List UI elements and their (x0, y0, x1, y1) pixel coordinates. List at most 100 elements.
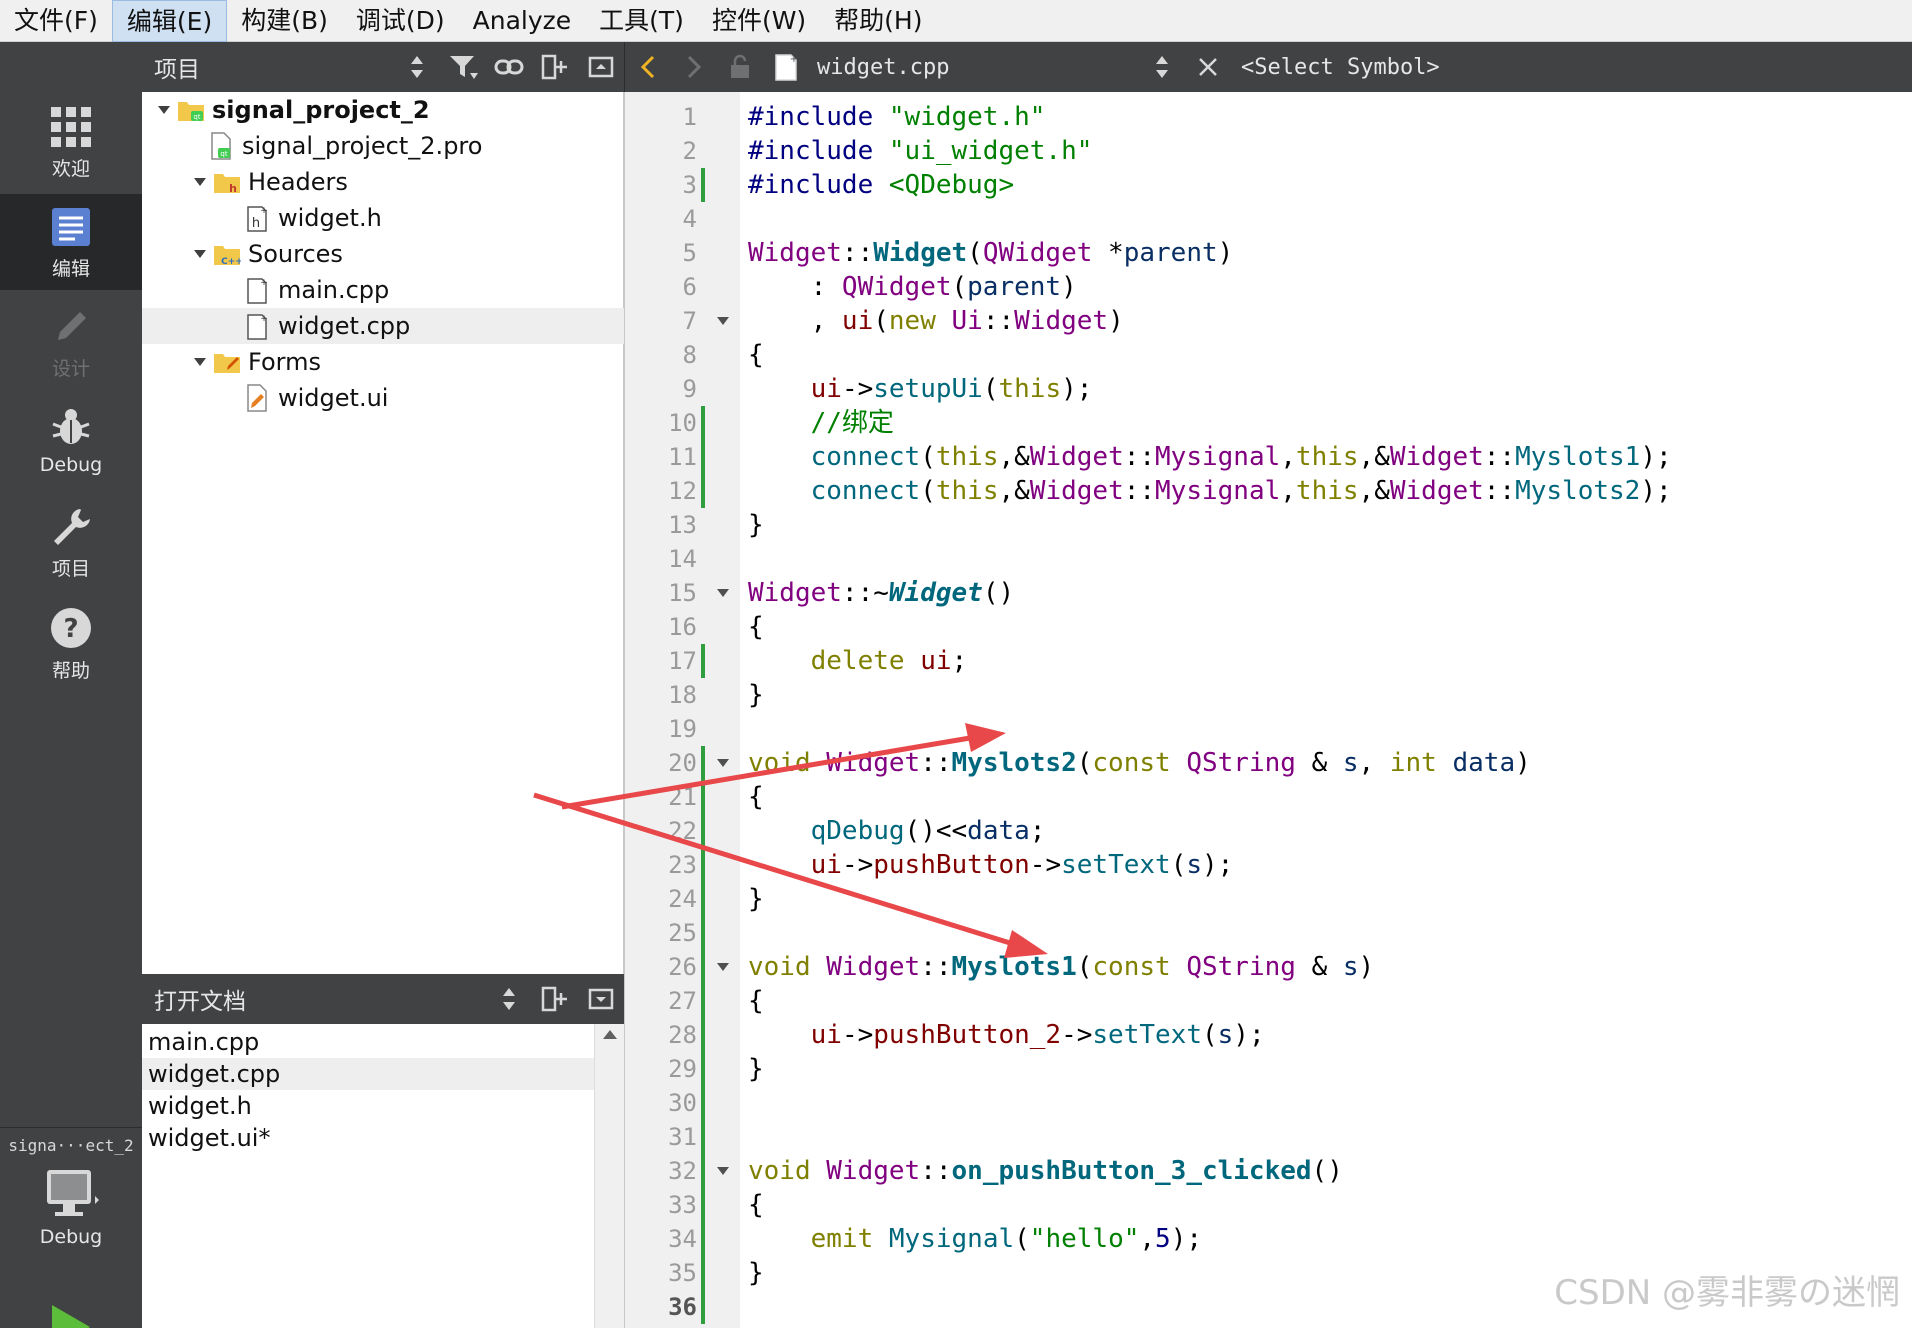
fold-arrow-icon[interactable] (715, 746, 731, 780)
tree-folder-headers[interactable]: h Headers (142, 164, 624, 200)
menu-widgets[interactable]: 控件(W) (698, 0, 820, 42)
menu-edit[interactable]: 编辑(E) (111, 0, 228, 42)
current-file-name[interactable]: widget.cpp (809, 55, 1139, 80)
line-number[interactable]: 10 (625, 406, 697, 440)
file-dropdown-icon[interactable] (1139, 42, 1185, 92)
filter-icon[interactable] (440, 42, 486, 92)
project-pane-title[interactable]: 项目 (142, 50, 394, 84)
line-number[interactable]: 30 (625, 1086, 697, 1120)
line-number[interactable]: 33 (625, 1188, 697, 1222)
kit-selector[interactable]: Debug (0, 1166, 142, 1266)
code-line[interactable]: } (748, 508, 764, 542)
code-line[interactable]: qDebug()<<data; (748, 814, 1046, 848)
code-line[interactable]: : QWidget(parent) (748, 270, 1077, 304)
open-documents-title[interactable]: 打开文档 (142, 982, 486, 1016)
line-number[interactable]: 2 (625, 134, 697, 168)
mode-help[interactable]: ? 帮助 (0, 594, 142, 690)
tree-folder-sources[interactable]: C++ Sources (142, 236, 624, 272)
line-number[interactable]: 23 (625, 848, 697, 882)
chevron-down-icon[interactable] (154, 92, 174, 128)
code-line[interactable]: ui->pushButton->setText(s); (748, 848, 1234, 882)
tree-item-pro-file[interactable]: qt signal_project_2.pro (142, 128, 624, 164)
mode-edit[interactable]: 编辑 (0, 194, 142, 290)
line-number[interactable]: 36 (625, 1290, 697, 1324)
code-line[interactable]: void Widget::on_pushButton_3_clicked() (748, 1154, 1343, 1188)
mode-welcome[interactable]: 欢迎 (0, 94, 142, 190)
line-number[interactable]: 6 (625, 270, 697, 304)
scroll-up-icon[interactable] (595, 1024, 625, 1046)
fold-arrow-icon[interactable] (715, 950, 731, 984)
updown-icon[interactable] (486, 974, 532, 1024)
line-number[interactable]: 3 (625, 168, 697, 202)
code-line[interactable]: delete ui; (748, 644, 968, 678)
line-number[interactable]: 15 (625, 576, 697, 610)
line-number[interactable]: 25 (625, 916, 697, 950)
code-line[interactable]: ui->pushButton_2->setText(s); (748, 1018, 1265, 1052)
mode-projects[interactable]: 项目 (0, 494, 142, 590)
code-line[interactable]: , ui(new Ui::Widget) (748, 304, 1124, 338)
menu-help[interactable]: 帮助(H) (820, 0, 936, 42)
tree-item-widget-h[interactable]: h + widget.h (142, 200, 624, 236)
menu-analyze[interactable]: Analyze (459, 0, 586, 42)
kit-selector-label[interactable]: signa···ect_2 (0, 1127, 142, 1163)
code-line[interactable]: Widget::Widget(QWidget *parent) (748, 236, 1233, 270)
line-number[interactable]: 31 (625, 1120, 697, 1154)
code-line[interactable]: connect(this,&Widget::Mysignal,this,&Wid… (748, 440, 1672, 474)
line-number[interactable]: 35 (625, 1256, 697, 1290)
line-number[interactable]: 13 (625, 508, 697, 542)
tree-item-main-cpp[interactable]: + main.cpp (142, 272, 624, 308)
open-doc-item[interactable]: main.cpp (142, 1026, 594, 1058)
code-line[interactable]: Widget::~Widget() (748, 576, 1014, 610)
line-number[interactable]: 5 (625, 236, 697, 270)
line-number[interactable]: 9 (625, 372, 697, 406)
code-line[interactable]: { (748, 984, 764, 1018)
line-number[interactable]: 29 (625, 1052, 697, 1086)
code-line[interactable]: { (748, 1188, 764, 1222)
code-line[interactable]: connect(this,&Widget::Mysignal,this,&Wid… (748, 474, 1672, 508)
code-line[interactable]: #include "ui_widget.h" (748, 134, 1092, 168)
close-document-icon[interactable] (1185, 42, 1231, 92)
code-line[interactable]: void Widget::Myslots1(const QString & s) (748, 950, 1374, 984)
mode-design[interactable]: 设计 (0, 294, 142, 390)
line-number[interactable]: 8 (625, 338, 697, 372)
tree-item-widget-ui[interactable]: widget.ui (142, 380, 624, 416)
code-line[interactable]: } (748, 1256, 764, 1290)
code-line[interactable]: #include <QDebug> (748, 168, 1014, 202)
lock-icon[interactable] (717, 42, 763, 92)
open-doc-item[interactable]: widget.cpp (142, 1058, 594, 1090)
line-number[interactable]: 21 (625, 780, 697, 814)
chevron-down-icon[interactable] (190, 236, 210, 272)
line-number[interactable]: 26 (625, 950, 697, 984)
close-pane-icon[interactable] (578, 42, 624, 92)
line-number[interactable]: 18 (625, 678, 697, 712)
line-number[interactable]: 14 (625, 542, 697, 576)
code-line[interactable]: } (748, 1052, 764, 1086)
menu-tools[interactable]: 工具(T) (585, 0, 698, 42)
open-doc-item[interactable]: widget.h (142, 1090, 594, 1122)
line-number[interactable]: 12 (625, 474, 697, 508)
code-line[interactable]: emit Mysignal("hello",5); (748, 1222, 1202, 1256)
symbol-selector[interactable]: <Select Symbol> (1231, 55, 1440, 80)
line-number[interactable]: 11 (625, 440, 697, 474)
menu-build[interactable]: 构建(B) (227, 0, 342, 42)
chevron-down-icon[interactable] (190, 164, 210, 200)
open-documents-scrollbar[interactable] (594, 1024, 624, 1328)
code-line[interactable]: //绑定 (748, 406, 894, 440)
code-line[interactable]: { (748, 338, 764, 372)
line-number[interactable]: 28 (625, 1018, 697, 1052)
line-number[interactable]: 32 (625, 1154, 697, 1188)
code-line[interactable]: } (748, 882, 764, 916)
mode-debug[interactable]: Debug (0, 394, 142, 490)
line-number[interactable]: 16 (625, 610, 697, 644)
close-pane-icon[interactable] (578, 974, 624, 1024)
code-line[interactable]: void Widget::Myslots2(const QString & s,… (748, 746, 1531, 780)
line-number[interactable]: 4 (625, 202, 697, 236)
split-icon[interactable] (532, 42, 578, 92)
code-line[interactable]: #include "widget.h" (748, 100, 1045, 134)
code-line[interactable]: } (748, 678, 764, 712)
code-line[interactable]: { (748, 610, 764, 644)
line-number[interactable]: 27 (625, 984, 697, 1018)
line-number[interactable]: 19 (625, 712, 697, 746)
line-number[interactable]: 22 (625, 814, 697, 848)
line-number[interactable]: 20 (625, 746, 697, 780)
